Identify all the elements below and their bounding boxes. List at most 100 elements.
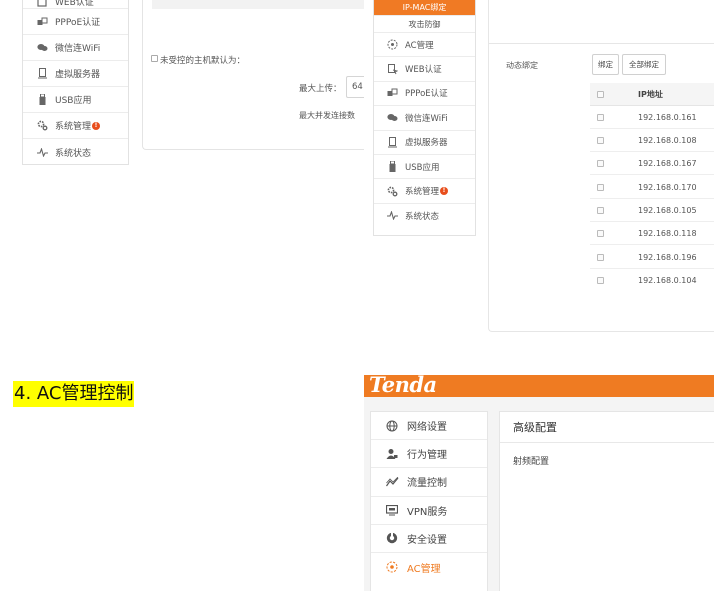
sidebar-item-usb[interactable]: USB应用 (374, 155, 475, 180)
submenu-ip-mac-binding[interactable]: IP-MAC绑定 (374, 0, 475, 16)
left-content-panel (142, 0, 364, 150)
sidebar-item-label: 流量控制 (407, 478, 447, 490)
sidebar-item-system-management[interactable]: 系统管理 ! (374, 179, 475, 204)
sidebar-item-behavior-management[interactable]: 行为管理 (371, 440, 487, 469)
row-checkbox[interactable] (597, 229, 604, 237)
sidebar-item-ac-management[interactable]: AC管理 (371, 553, 487, 581)
sidebar-item-system-status[interactable]: 系统状态 (374, 204, 475, 228)
ac-icon (385, 561, 399, 573)
select-all-checkbox[interactable] (597, 90, 604, 98)
sidebar-item-virtual-server[interactable]: 虚拟服务器 (374, 131, 475, 155)
table-row: 192.168.0.108 (590, 129, 714, 153)
web-auth-icon (386, 63, 399, 75)
row-checkbox[interactable] (597, 113, 604, 121)
server-icon (386, 136, 399, 148)
ip-address-cell: 192.168.0.167 (638, 158, 697, 168)
bind-button[interactable]: 绑定 (592, 54, 619, 75)
tenda-logo: Tenda (369, 372, 437, 397)
sidebar-item-label: 虚拟服务器 (405, 138, 448, 149)
pppoe-icon (386, 88, 399, 98)
sidebar-item-pppoe[interactable]: PPPoE认证 (374, 82, 475, 107)
pulse-icon (386, 211, 399, 221)
shield-icon (385, 532, 399, 544)
sidebar-item-vpn-service[interactable]: VPN服务 (371, 497, 487, 525)
user-icon (385, 448, 399, 460)
submenu-label: 攻击防御 (408, 19, 441, 29)
divider (488, 43, 714, 44)
sidebar-item-wechat-wifi[interactable]: 微信连WiFi (374, 106, 475, 131)
server-icon (35, 68, 49, 79)
row-checkbox[interactable] (597, 159, 604, 167)
sidebar-item-system-management[interactable]: 系统管理 ! (23, 113, 128, 139)
row-checkbox[interactable] (597, 277, 604, 285)
globe-icon (385, 420, 399, 432)
content-title: 高级配置 (500, 412, 714, 443)
ip-address-cell: 192.168.0.170 (638, 182, 697, 192)
sidebar-item-label: 安全设置 (407, 534, 447, 546)
wechat-icon (35, 43, 49, 52)
sidebar-item-label: 微信连WiFi (55, 44, 101, 54)
table-header-row: IP地址 (590, 83, 714, 107)
table-row: 192.168.0.161 (590, 106, 714, 130)
alert-badge: ! (440, 187, 449, 196)
row-checkbox[interactable] (597, 253, 604, 261)
alert-badge: ! (92, 121, 101, 130)
tenda-content-panel: 高级配置 射频配置 (499, 411, 714, 591)
rf-config-link[interactable]: 射频配置 (513, 454, 549, 467)
ip-address-cell: 192.168.0.105 (638, 205, 697, 215)
traffic-icon (385, 476, 399, 487)
submenu-label: IP-MAC绑定 (402, 3, 447, 12)
gear-icon (386, 186, 399, 197)
sidebar-item-label: WEB认证 (55, 0, 94, 8)
wechat-icon (386, 113, 399, 122)
ip-address-cell: 192.168.0.108 (638, 135, 697, 145)
max-upload-label: 最大上传： (299, 84, 342, 94)
column-header-ip: IP地址 (638, 89, 663, 99)
dynamic-bind-label: 动态绑定 (506, 61, 538, 70)
sidebar-item-label: AC管理 (405, 40, 434, 51)
max-connections-label: 最大并发连接数 (299, 111, 355, 120)
section-heading: 4. AC管理控制 (13, 381, 135, 407)
sidebar-item-label: PPPoE认证 (55, 18, 101, 28)
sidebar-item-label: WEB认证 (405, 65, 442, 76)
submenu-attack-defense[interactable]: 攻击防御 (374, 16, 475, 33)
pppoe-icon (35, 17, 49, 27)
usb-icon (35, 94, 49, 105)
sidebar-item-security-settings[interactable]: 安全设置 (371, 525, 487, 553)
unspecified-host-checkbox[interactable] (151, 54, 160, 63)
row-checkbox[interactable] (597, 136, 604, 144)
sidebar-item-web-auth[interactable]: WEB认证 (23, 0, 128, 9)
sidebar-item-label: USB应用 (55, 96, 92, 106)
table-row: 192.168.0.118 (590, 222, 714, 246)
row-checkbox[interactable] (597, 183, 604, 191)
gear-icon (35, 120, 49, 131)
row-checkbox[interactable] (597, 206, 604, 214)
usb-icon (386, 161, 399, 173)
bind-all-button[interactable]: 全部绑定 (622, 54, 666, 75)
unspecified-host-label: 未受控的主机默认为： (160, 56, 246, 66)
left-sidebar-menu: WEB认证 PPPoE认证 微信连WiFi 虚拟服务器 USB应用 系统管理 !… (22, 0, 129, 165)
middle-sidebar-menu: IP-MAC绑定 攻击防御 AC管理 WEB认证 PPPoE认证 微信连WiFi… (373, 0, 476, 236)
sidebar-item-network-settings[interactable]: 网络设置 (371, 412, 487, 441)
table-row: 192.168.0.167 (590, 152, 714, 176)
sidebar-item-ac-management[interactable]: AC管理 (374, 33, 475, 58)
sidebar-item-wechat-wifi[interactable]: 微信连WiFi (23, 35, 128, 61)
sidebar-item-virtual-server[interactable]: 虚拟服务器 (23, 61, 128, 87)
sidebar-item-web-auth[interactable]: WEB认证 (374, 57, 475, 82)
sidebar-item-traffic-control[interactable]: 流量控制 (371, 468, 487, 497)
sidebar-item-label: 系统管理 (405, 187, 440, 198)
sidebar-item-usb[interactable]: USB应用 (23, 87, 128, 113)
sidebar-item-pppoe[interactable]: PPPoE认证 (23, 9, 128, 35)
sidebar-item-label: 系统管理 (55, 122, 92, 132)
sidebar-item-label: VPN服务 (407, 506, 448, 518)
sidebar-item-label: 虚拟服务器 (55, 70, 101, 80)
sidebar-item-label: 微信连WiFi (405, 113, 448, 124)
sidebar-item-system-status[interactable]: 系统状态 (23, 139, 128, 165)
ip-address-cell: 192.168.0.161 (638, 112, 697, 122)
max-upload-input[interactable]: 64 (346, 76, 364, 98)
ip-address-cell: 192.168.0.118 (638, 228, 697, 238)
table-row: 192.168.0.104 (590, 269, 714, 292)
web-auth-icon (35, 0, 49, 8)
pulse-icon (35, 147, 49, 157)
sidebar-item-label: 网络设置 (407, 422, 447, 434)
